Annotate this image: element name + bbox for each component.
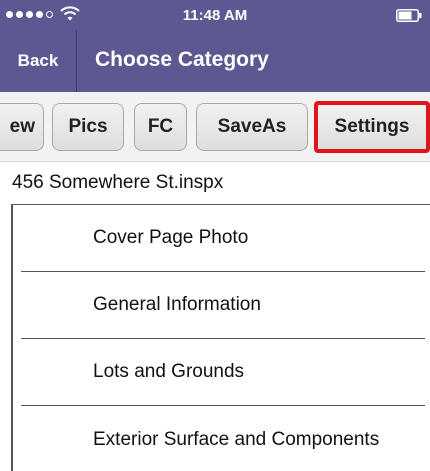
toolbar-settings-button[interactable]: Settings [314,101,430,153]
category-item-general-information[interactable]: General Information [21,272,425,339]
category-item-cover-page-photo[interactable]: Cover Page Photo [21,205,425,272]
status-time: 11:48 AM [182,7,248,24]
navigation-bar: Back Choose Category [0,30,430,92]
page-title: Choose Category [95,48,269,71]
category-label: Cover Page Photo [93,227,249,248]
toolbar-pics-button[interactable]: Pics [52,103,124,151]
status-bar: 11:48 AM [0,0,430,30]
toolbar-view-button[interactable]: ew [0,103,44,151]
battery-icon [396,9,422,22]
category-item-lots-and-grounds[interactable]: Lots and Grounds [21,339,425,406]
app-screen: 11:48 AM Back Choose Category ew Pics FC… [0,0,430,471]
category-label: Exterior Surface and Components [93,428,380,450]
category-item-exterior-surface[interactable]: Exterior Surface and Components [21,406,425,471]
category-label: Lots and Grounds [93,361,245,382]
toolbar-saveas-button[interactable]: SaveAs [196,103,308,151]
category-list: Cover Page Photo General Information Lot… [11,204,430,471]
file-name: 456 Somewhere St.inspx [12,172,224,193]
toolbar: ew Pics FC SaveAs Settings [0,92,430,162]
back-button[interactable]: Back [0,30,77,92]
category-label: General Information [93,294,261,315]
toolbar-fc-button[interactable]: FC [134,103,187,151]
